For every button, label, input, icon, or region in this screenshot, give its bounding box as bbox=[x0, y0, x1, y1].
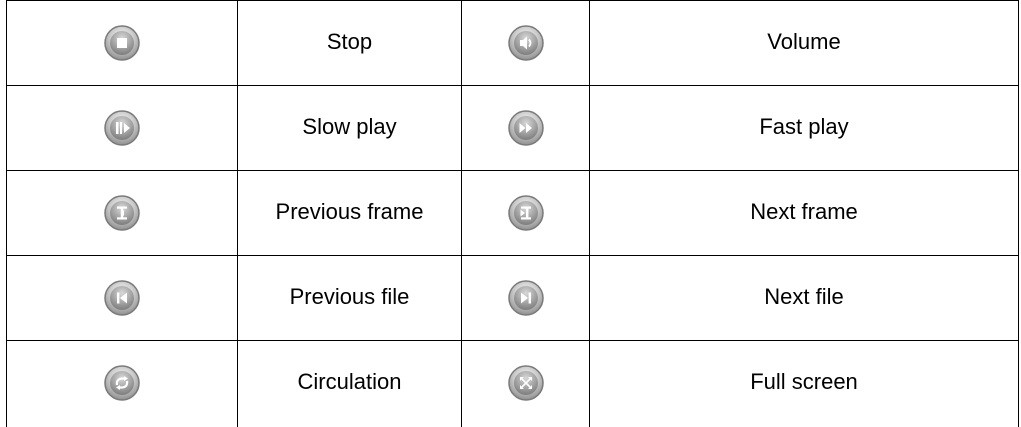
circulation-label: Circulation bbox=[297, 369, 402, 394]
icon-cell bbox=[6, 170, 238, 256]
table-row: Slow play Fast play bbox=[6, 85, 1019, 171]
full-screen-icon bbox=[507, 364, 545, 402]
previous-frame-label: Previous frame bbox=[275, 199, 424, 224]
icon-cell bbox=[461, 85, 590, 171]
previous-file-label: Previous file bbox=[289, 284, 410, 309]
label-cell: Fast play bbox=[589, 85, 1019, 171]
label-cell: Slow play bbox=[237, 85, 462, 171]
previous-frame-icon bbox=[103, 194, 141, 232]
label-cell: Next file bbox=[589, 255, 1019, 341]
next-file-icon bbox=[507, 279, 545, 317]
label-cell: Previous file bbox=[237, 255, 462, 341]
label-cell: Volume bbox=[589, 0, 1019, 86]
player-controls-table: Stop Volume Slow play Fast play Previous… bbox=[6, 0, 1019, 427]
label-cell: Previous frame bbox=[237, 170, 462, 256]
fast-play-label: Fast play bbox=[759, 114, 849, 139]
label-cell: Next frame bbox=[589, 170, 1019, 256]
icon-cell bbox=[6, 85, 238, 171]
full-screen-label: Full screen bbox=[750, 369, 858, 394]
table-row: Stop Volume bbox=[6, 0, 1019, 86]
previous-file-icon bbox=[103, 279, 141, 317]
icon-cell bbox=[6, 340, 238, 427]
icon-cell bbox=[461, 170, 590, 256]
icon-cell bbox=[6, 255, 238, 341]
icon-cell bbox=[6, 0, 238, 86]
label-cell: Full screen bbox=[589, 340, 1019, 427]
next-file-label: Next file bbox=[764, 284, 844, 309]
next-frame-label: Next frame bbox=[750, 199, 858, 224]
icon-cell bbox=[461, 0, 590, 86]
volume-label: Volume bbox=[767, 29, 841, 54]
slow-play-label: Slow play bbox=[302, 114, 397, 139]
table-row: Circulation Full screen bbox=[6, 340, 1019, 427]
table-row: Previous frame Next frame bbox=[6, 170, 1019, 256]
stop-label: Stop bbox=[326, 29, 373, 54]
fast-play-icon bbox=[507, 109, 545, 147]
icon-cell bbox=[461, 340, 590, 427]
label-cell: Circulation bbox=[237, 340, 462, 427]
icon-cell bbox=[461, 255, 590, 341]
stop-icon bbox=[103, 24, 141, 62]
circulation-icon bbox=[103, 364, 141, 402]
next-frame-icon bbox=[507, 194, 545, 232]
volume-icon bbox=[507, 24, 545, 62]
slow-play-icon bbox=[103, 109, 141, 147]
table-row: Previous file Next file bbox=[6, 255, 1019, 341]
label-cell: Stop bbox=[237, 0, 462, 86]
